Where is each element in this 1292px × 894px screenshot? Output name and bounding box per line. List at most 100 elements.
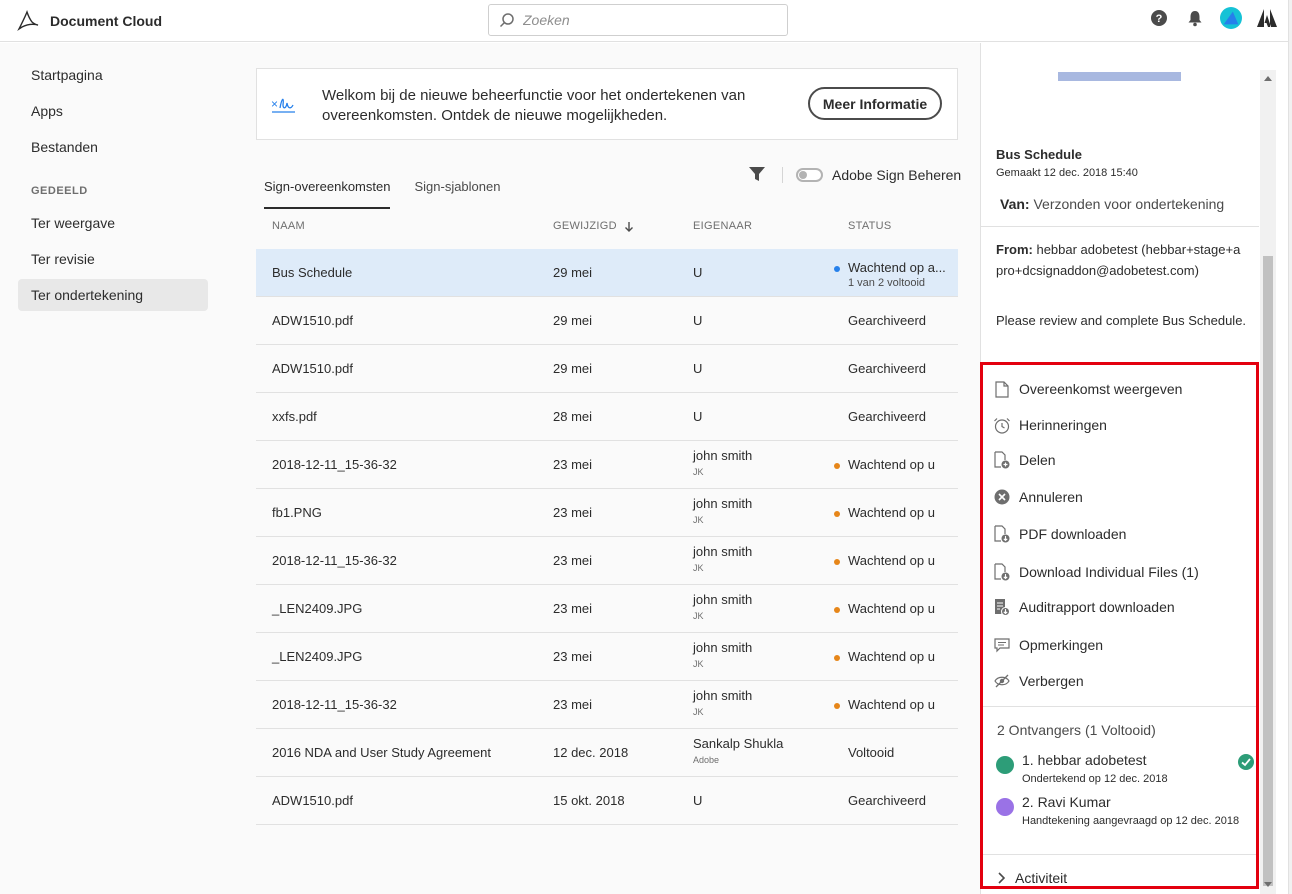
row-modified: 29 mei bbox=[553, 313, 593, 328]
row-owner: john smith JK bbox=[693, 640, 753, 669]
row-status: Voltooid bbox=[848, 745, 895, 760]
sidebar-section-label: GEDEELD bbox=[31, 185, 88, 197]
comment-icon bbox=[993, 636, 1011, 654]
brand[interactable]: Document Cloud bbox=[16, 9, 162, 33]
table-row[interactable]: _LEN2409.JPG 23 mei john smith JK Wachtend o… bbox=[256, 585, 958, 633]
col-header-owner[interactable]: EIGENAAR bbox=[693, 220, 752, 232]
activity-label: Activiteit bbox=[1015, 870, 1068, 886]
row-name[interactable]: 2016 NDA and User Study Agreement bbox=[272, 745, 491, 760]
notification-bell-icon[interactable] bbox=[1184, 7, 1206, 29]
adobe-logo-icon[interactable] bbox=[1256, 7, 1278, 29]
table-row[interactable]: 2016 NDA and User Study Agreement 12 dec.… bbox=[256, 729, 958, 777]
tab-sign-overeenkomsten[interactable]: Sign-overeenkomsten bbox=[264, 179, 391, 209]
table-row[interactable]: 2018-12-11_15-36-32 23 mei john smith JK Wac… bbox=[256, 681, 958, 729]
sidebar-item-apps[interactable]: Apps bbox=[18, 95, 208, 127]
action-verbergen[interactable]: Verbergen bbox=[993, 670, 1084, 692]
action-download-individual-files-1[interactable]: Download Individual Files (1) bbox=[993, 561, 1199, 583]
row-name[interactable]: fb1.PNG bbox=[272, 505, 322, 520]
row-name[interactable]: Bus Schedule bbox=[272, 265, 352, 280]
row-name[interactable]: 2018-12-11_15-36-32 bbox=[272, 697, 397, 712]
action-overeenkomst-weergeven[interactable]: Overeenkomst weergeven bbox=[993, 378, 1182, 400]
table-row[interactable]: ADW1510.pdf 29 mei U Gearchiveerd bbox=[256, 345, 958, 393]
sidebar-item-ter-revisie[interactable]: Ter revisie bbox=[18, 243, 208, 275]
table-row[interactable]: xxfs.pdf 28 mei U Gearchiveerd bbox=[256, 393, 958, 441]
document-thumbnail[interactable] bbox=[1058, 72, 1181, 81]
row-owner-sub: JK bbox=[693, 563, 704, 573]
tab-sign-sjablonen[interactable]: Sign-sjablonen bbox=[414, 179, 500, 209]
row-status: Gearchiveerd bbox=[848, 793, 927, 808]
scroll-thumb[interactable] bbox=[1263, 256, 1273, 886]
search-box[interactable] bbox=[488, 4, 788, 36]
status-dot bbox=[834, 266, 840, 272]
status-dot bbox=[834, 655, 840, 661]
action-annuleren[interactable]: Annuleren bbox=[993, 486, 1083, 508]
activity-toggle[interactable]: Activiteit bbox=[997, 870, 1067, 886]
row-status: Wachtend op u bbox=[834, 553, 956, 568]
row-owner-sub: JK bbox=[693, 467, 704, 477]
row-status-sub: 1 van 2 voltooid bbox=[848, 277, 926, 289]
message-text: Please review and complete Bus Schedule. bbox=[996, 313, 1247, 328]
search-icon bbox=[499, 13, 514, 28]
row-name[interactable]: _LEN2409.JPG bbox=[272, 601, 362, 616]
action-delen[interactable]: Delen bbox=[993, 449, 1056, 471]
row-name[interactable]: _LEN2409.JPG bbox=[272, 649, 362, 664]
row-name[interactable]: 2018-12-11_15-36-32 bbox=[272, 457, 397, 472]
table-row[interactable]: ADW1510.pdf 15 okt. 2018 U Gearchiveerd bbox=[256, 777, 958, 825]
action-pdf-downloaden[interactable]: PDF downloaden bbox=[993, 523, 1126, 545]
row-name[interactable]: ADW1510.pdf bbox=[272, 361, 353, 376]
main-content: × Welkom bij de nieuwe beheerfunctie voo… bbox=[230, 43, 980, 894]
cancel-icon bbox=[993, 488, 1011, 506]
row-modified: 12 dec. 2018 bbox=[553, 745, 629, 760]
tab-bar: Sign-overeenkomsten Sign-sjablonen bbox=[264, 179, 524, 209]
app-name: Document Cloud bbox=[50, 13, 162, 29]
action-label: Opmerkingen bbox=[1019, 637, 1104, 653]
table-row[interactable]: 2018-12-11_15-36-32 23 mei john smith JK Wac… bbox=[256, 441, 958, 489]
sidebar-item-bestanden[interactable]: Bestanden bbox=[18, 131, 208, 163]
row-modified: 23 mei bbox=[553, 601, 593, 616]
action-opmerkingen[interactable]: Opmerkingen bbox=[993, 634, 1103, 656]
toggle-label: Adobe Sign Beheren bbox=[832, 167, 962, 183]
row-name[interactable]: ADW1510.pdf bbox=[272, 793, 353, 808]
col-header-modified[interactable]: GEWIJZIGD bbox=[553, 220, 634, 232]
scroll-down-arrow-icon[interactable] bbox=[1264, 882, 1272, 887]
table-row[interactable]: _LEN2409.JPG 23 mei john smith JK Wachtend o… bbox=[256, 633, 958, 681]
scroll-up-arrow-icon[interactable] bbox=[1264, 76, 1272, 81]
table-row[interactable]: 2018-12-11_15-36-32 23 mei john smith JK Wac… bbox=[256, 537, 958, 585]
action-label: Verbergen bbox=[1019, 673, 1084, 689]
divider bbox=[981, 706, 1259, 707]
adobe-sign-manage-toggle[interactable] bbox=[796, 168, 823, 182]
row-owner-sub: JK bbox=[693, 611, 704, 621]
svg-text:×: × bbox=[271, 97, 278, 111]
doc-title: Bus Schedule bbox=[996, 147, 1082, 162]
more-info-button[interactable]: Meer Informatie bbox=[808, 87, 942, 120]
sidebar-item-ter-weergave[interactable]: Ter weergave bbox=[18, 207, 208, 239]
window-edge bbox=[1288, 0, 1292, 894]
row-name[interactable]: xxfs.pdf bbox=[272, 409, 317, 424]
row-owner-sub: Adobe bbox=[693, 755, 720, 765]
row-status: Wachtend op u bbox=[834, 505, 956, 520]
row-status: Wachtend op a... 1 van 2 voltooid bbox=[834, 260, 956, 289]
divider bbox=[981, 854, 1259, 855]
table-row[interactable]: fb1.PNG 23 mei john smith JK Wachtend op u bbox=[256, 489, 958, 537]
search-input[interactable] bbox=[523, 12, 773, 28]
signature-icon: × bbox=[271, 97, 295, 113]
action-label: Annuleren bbox=[1019, 489, 1083, 505]
row-name[interactable]: ADW1510.pdf bbox=[272, 313, 353, 328]
scrollbar[interactable] bbox=[1260, 70, 1276, 894]
row-modified: 28 mei bbox=[553, 409, 593, 424]
pdf-download-icon bbox=[993, 525, 1011, 543]
col-header-name[interactable]: NAAM bbox=[272, 220, 305, 232]
recipient-avatar bbox=[996, 756, 1014, 774]
avatar[interactable] bbox=[1220, 7, 1242, 29]
table-row[interactable]: Bus Schedule 29 mei U Wachtend op a... 1 van… bbox=[256, 249, 958, 297]
sidebar-item-ter-ondertekening[interactable]: Ter ondertekening bbox=[18, 279, 208, 311]
row-name[interactable]: 2018-12-11_15-36-32 bbox=[272, 553, 397, 568]
action-herinneringen[interactable]: Herinneringen bbox=[993, 414, 1107, 436]
filter-icon[interactable] bbox=[748, 165, 766, 183]
sort-arrow-down-icon bbox=[625, 221, 634, 232]
sidebar-item-startpagina[interactable]: Startpagina bbox=[18, 59, 208, 91]
action-auditrapport-downloaden[interactable]: Auditrapport downloaden bbox=[993, 596, 1175, 618]
help-icon[interactable]: ? bbox=[1148, 7, 1170, 29]
col-header-status[interactable]: STATUS bbox=[848, 220, 892, 232]
table-row[interactable]: ADW1510.pdf 29 mei U Gearchiveerd bbox=[256, 297, 958, 345]
